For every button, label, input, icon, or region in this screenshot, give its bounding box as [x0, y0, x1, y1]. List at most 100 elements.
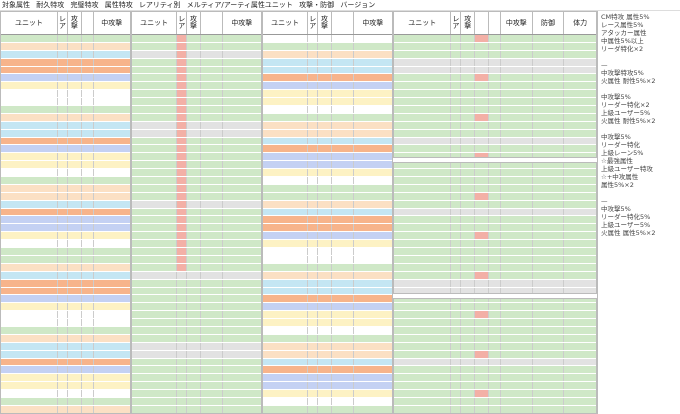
table-row [132, 240, 261, 249]
table-cell [1, 350, 59, 358]
table-cell [564, 209, 596, 216]
table-row [394, 326, 596, 335]
header-atk[interactable]: 攻撃 [187, 12, 201, 34]
table-row [263, 326, 392, 335]
header-bonus[interactable]: 中攻撃 [223, 12, 261, 34]
table-row [132, 279, 261, 288]
header-rarity[interactable]: レア [177, 12, 188, 34]
table-cell [308, 334, 319, 342]
table-cell [201, 358, 223, 366]
table-cell [82, 58, 94, 66]
top-bar-item[interactable]: 属性特攻 [103, 1, 135, 9]
table-cell [533, 334, 565, 342]
header-rarity[interactable]: レア [308, 12, 319, 34]
table-row [132, 192, 261, 201]
table-row [1, 279, 130, 288]
table-cell [82, 374, 94, 382]
table-cell [1, 169, 59, 177]
table-cell [533, 326, 565, 334]
table-cell [451, 334, 462, 342]
table-cell [501, 240, 533, 248]
table-cell [132, 137, 178, 145]
table-cell [177, 66, 188, 74]
table-cell [177, 113, 188, 121]
table-cell [308, 287, 319, 295]
table-cell [475, 382, 490, 390]
table-cell [501, 350, 533, 358]
table-cell [223, 295, 261, 302]
table-cell [82, 255, 94, 263]
table-cell [263, 334, 309, 342]
table-cell [58, 263, 68, 271]
header-bonus[interactable]: 中攻撃 [354, 12, 392, 34]
table-cell [1, 287, 59, 295]
table-cell [564, 303, 596, 310]
header-col5[interactable]: 防御 [533, 12, 565, 34]
table-cell [68, 287, 82, 295]
table-cell [1, 397, 59, 405]
header-bonus[interactable]: 中攻撃 [501, 12, 533, 34]
table-cell [132, 216, 178, 224]
table-cell [132, 66, 178, 74]
header-rarity[interactable]: レア [451, 12, 462, 34]
table-cell [58, 169, 68, 177]
header-rarity[interactable]: レア [58, 12, 68, 34]
table-cell [394, 98, 452, 106]
table-cell [201, 405, 223, 413]
table-cell [318, 121, 332, 129]
table-cell [308, 50, 319, 58]
table-cell [68, 358, 82, 366]
table-cell [68, 113, 82, 121]
section-divider [393, 157, 597, 163]
table-cell [58, 90, 68, 98]
header-unit[interactable]: ユニット [132, 12, 178, 34]
header-unit[interactable]: ユニット [1, 12, 59, 34]
table-cell [132, 35, 178, 42]
table-cell [501, 177, 533, 184]
note-line: — [601, 61, 608, 69]
top-bar-item[interactable]: レアリティ別 [137, 1, 183, 9]
table-cell [177, 279, 188, 287]
table-cell [308, 382, 319, 390]
table-cell [94, 382, 130, 389]
table-cell [187, 192, 201, 200]
header-unit[interactable]: ユニット [263, 12, 309, 34]
table-cell [489, 35, 501, 42]
header-bonus[interactable]: 中攻撃 [94, 12, 130, 34]
header-col6[interactable]: 体力 [564, 12, 596, 34]
table-cell [475, 145, 490, 153]
table-cell [94, 82, 130, 89]
table-cell [461, 311, 476, 319]
table-cell [132, 177, 178, 184]
header-unit[interactable]: ユニット [394, 12, 452, 34]
table-cell [354, 224, 392, 231]
table-cell [82, 184, 94, 192]
table-cell [223, 122, 261, 129]
table-header: ユニット レア 攻撃 中攻撃 [263, 12, 392, 35]
top-bar-item[interactable]: 攻撃・防御 [297, 1, 336, 9]
note-line: ☆+中攻属性 [601, 173, 639, 181]
table-cell [318, 342, 332, 350]
table-cell [354, 67, 392, 74]
table-cell [94, 74, 130, 81]
table-cell [354, 351, 392, 358]
table-cell [177, 42, 188, 50]
table-cell [461, 145, 476, 153]
top-bar-item[interactable]: メルティア/アーティ属性ユニット [185, 1, 295, 9]
table-cell [132, 169, 178, 177]
top-bar-item[interactable]: バージョン [338, 1, 377, 9]
top-bar-item[interactable]: 完璧特攻 [68, 1, 100, 9]
table-cell [177, 390, 188, 397]
table-cell [177, 216, 188, 224]
table-cell [177, 334, 188, 342]
table-cell [501, 42, 533, 50]
header-atk[interactable]: 攻撃 [461, 12, 476, 34]
header-atk[interactable]: 攻撃 [68, 12, 82, 34]
header-atk[interactable]: 攻撃 [318, 12, 332, 34]
table-cell [461, 98, 476, 106]
table-cell [533, 90, 565, 98]
top-bar-item[interactable]: 耐久特攻 [34, 1, 66, 9]
table-cell [489, 342, 501, 350]
table-cell [187, 358, 201, 366]
top-bar-item[interactable]: 対象属性 [0, 1, 32, 9]
